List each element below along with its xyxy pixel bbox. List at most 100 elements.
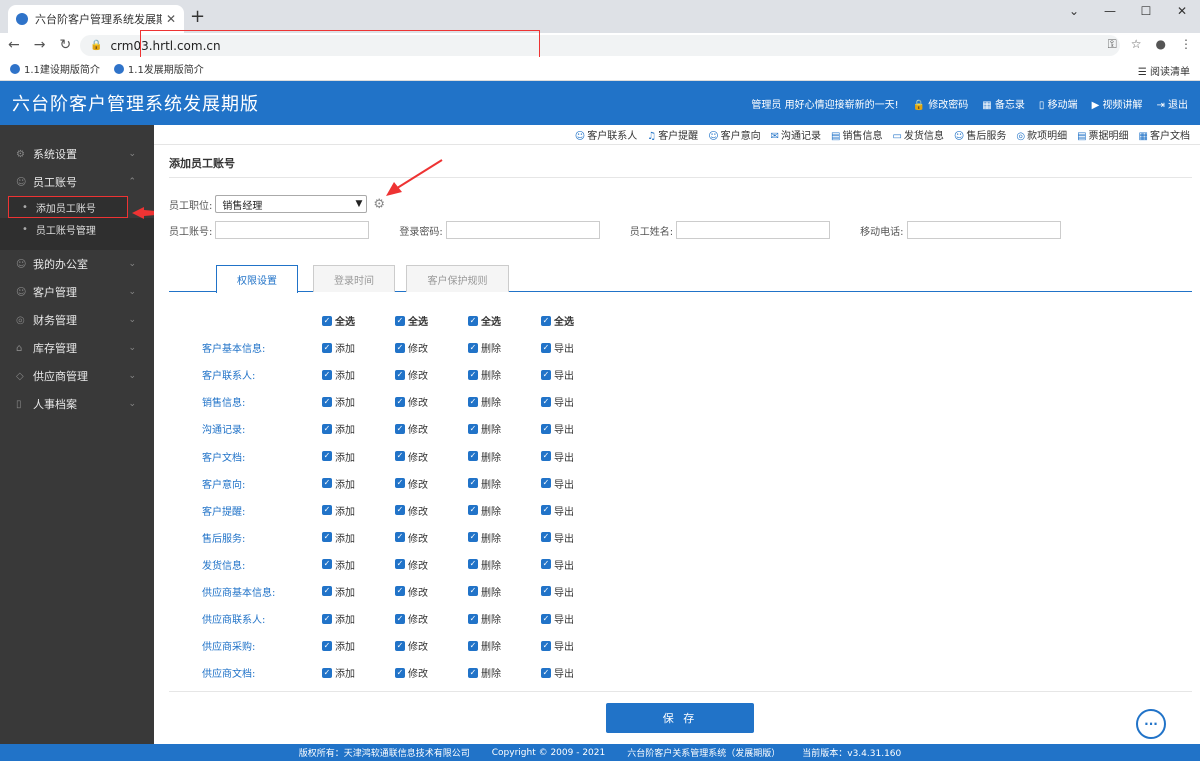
permission-checkbox[interactable]: ✓ 修改 bbox=[395, 503, 468, 518]
permission-checkbox[interactable]: ✓ 添加 bbox=[322, 367, 395, 382]
name-input[interactable] bbox=[676, 221, 831, 239]
permission-checkbox[interactable]: ✓ 导出 bbox=[541, 503, 614, 518]
back-icon[interactable]: ← bbox=[8, 37, 20, 53]
permission-checkbox[interactable]: ✓ 修改 bbox=[395, 611, 468, 626]
shortcut-contacts[interactable]: ☺ 客户联系人 bbox=[575, 127, 637, 142]
permission-checkbox[interactable]: ✓ 修改 bbox=[395, 476, 468, 491]
reload-icon[interactable]: ↻ bbox=[59, 37, 71, 53]
permission-checkbox[interactable]: ✓ 添加 bbox=[322, 530, 395, 545]
permission-checkbox[interactable]: ✓ 修改 bbox=[395, 421, 468, 436]
permission-checkbox[interactable]: ✓ 导出 bbox=[541, 557, 614, 572]
shortcut-communication[interactable]: ✉ 沟通记录 bbox=[771, 127, 821, 142]
permission-checkbox[interactable]: ✓ 删除 bbox=[468, 557, 541, 572]
close-tab-icon[interactable]: ✕ bbox=[166, 12, 176, 26]
permission-checkbox[interactable]: ✓ 删除 bbox=[468, 394, 541, 409]
permission-checkbox[interactable]: ✓ 导出 bbox=[541, 530, 614, 545]
select-all-checkbox[interactable]: ✓ 全选 bbox=[468, 313, 541, 328]
shortcut-reminders[interactable]: ♫ 客户提醒 bbox=[647, 127, 698, 142]
shortcut-sales[interactable]: ▤ 销售信息 bbox=[831, 127, 882, 142]
permission-checkbox[interactable]: ✓ 导出 bbox=[541, 584, 614, 599]
tab-protection-rules[interactable]: 客户保护规则 bbox=[406, 265, 509, 292]
permission-checkbox[interactable]: ✓ 修改 bbox=[395, 665, 468, 680]
permission-checkbox[interactable]: ✓ 导出 bbox=[541, 449, 614, 464]
permission-checkbox[interactable]: ✓ 导出 bbox=[541, 665, 614, 680]
tab-permissions[interactable]: 权限设置 bbox=[216, 265, 298, 293]
permission-checkbox[interactable]: ✓ 添加 bbox=[322, 584, 395, 599]
permission-checkbox[interactable]: ✓ 修改 bbox=[395, 340, 468, 355]
permission-checkbox[interactable]: ✓ 修改 bbox=[395, 638, 468, 653]
sidebar-item-system[interactable]: ⚙ 系统设置 ⌄ bbox=[0, 140, 154, 168]
forward-icon[interactable]: → bbox=[34, 37, 46, 53]
shortcut-invoices[interactable]: ▤ 票据明细 bbox=[1077, 127, 1128, 142]
permission-checkbox[interactable]: ✓ 导出 bbox=[541, 611, 614, 626]
sidebar-item-finance[interactable]: ◎ 财务管理 ⌄ bbox=[0, 306, 154, 334]
memo-link[interactable]: ▦ 备忘录 bbox=[982, 96, 1025, 111]
permission-checkbox[interactable]: ✓ 添加 bbox=[322, 421, 395, 436]
permission-checkbox[interactable]: ✓ 修改 bbox=[395, 449, 468, 464]
permission-checkbox[interactable]: ✓ 修改 bbox=[395, 394, 468, 409]
phone-input[interactable] bbox=[906, 221, 1061, 239]
permission-checkbox[interactable]: ✓ 修改 bbox=[395, 557, 468, 572]
permission-checkbox[interactable]: ✓ 删除 bbox=[468, 449, 541, 464]
shortcut-documents[interactable]: ▦ 客户文档 bbox=[1139, 127, 1190, 142]
sidebar-item-hr[interactable]: ▯ 人事档案 ⌄ bbox=[0, 390, 154, 418]
save-button[interactable]: 保 存 bbox=[606, 703, 754, 733]
video-link[interactable]: ▶ 视频讲解 bbox=[1092, 96, 1143, 111]
select-all-checkbox[interactable]: ✓ 全选 bbox=[322, 313, 395, 328]
bookmark-item[interactable]: 1.1发展期版简介 bbox=[113, 61, 204, 76]
permission-checkbox[interactable]: ✓ 添加 bbox=[322, 557, 395, 572]
key-icon[interactable]: ⚿ bbox=[1108, 37, 1117, 52]
chevron-down-icon[interactable]: ⌄ bbox=[1056, 0, 1092, 24]
permission-checkbox[interactable]: ✓ 添加 bbox=[322, 394, 395, 409]
sidebar-item-office[interactable]: ☺ 我的办公室 ⌄ bbox=[0, 250, 154, 278]
sidebar-item-customer[interactable]: ☺ 客户管理 ⌄ bbox=[0, 278, 154, 306]
sidebar-item-staff[interactable]: ☺ 员工账号 ⌃ bbox=[0, 168, 154, 196]
permission-checkbox[interactable]: ✓ 导出 bbox=[541, 421, 614, 436]
permission-checkbox[interactable]: ✓ 导出 bbox=[541, 367, 614, 382]
gear-icon[interactable]: ⚙ bbox=[373, 197, 385, 212]
permission-checkbox[interactable]: ✓ 删除 bbox=[468, 530, 541, 545]
permission-checkbox[interactable]: ✓ 添加 bbox=[322, 611, 395, 626]
permission-checkbox[interactable]: ✓ 添加 bbox=[322, 449, 395, 464]
sidebar-subitem-staff-manage[interactable]: • 员工账号管理 bbox=[0, 218, 154, 240]
permission-checkbox[interactable]: ✓ 添加 bbox=[322, 503, 395, 518]
permission-checkbox[interactable]: ✓ 删除 bbox=[468, 611, 541, 626]
permission-checkbox[interactable]: ✓ 导出 bbox=[541, 638, 614, 653]
permission-checkbox[interactable]: ✓ 修改 bbox=[395, 584, 468, 599]
sidebar-item-inventory[interactable]: ⌂ 库存管理 ⌄ bbox=[0, 334, 154, 362]
permission-checkbox[interactable]: ✓ 添加 bbox=[322, 665, 395, 680]
permission-checkbox[interactable]: ✓ 删除 bbox=[468, 665, 541, 680]
permission-checkbox[interactable]: ✓ 删除 bbox=[468, 476, 541, 491]
select-all-checkbox[interactable]: ✓ 全选 bbox=[541, 313, 614, 328]
permission-checkbox[interactable]: ✓ 删除 bbox=[468, 367, 541, 382]
permission-checkbox[interactable]: ✓ 添加 bbox=[322, 340, 395, 355]
password-input[interactable] bbox=[445, 221, 600, 239]
menu-icon[interactable]: ⋮ bbox=[1180, 37, 1192, 52]
mobile-link[interactable]: ▯ 移动端 bbox=[1039, 96, 1078, 111]
bookmark-item[interactable]: 1.1建设期版简介 bbox=[10, 61, 100, 76]
star-icon[interactable]: ☆ bbox=[1131, 37, 1142, 52]
tab-login-time[interactable]: 登录时间 bbox=[313, 265, 395, 292]
permission-checkbox[interactable]: ✓ 修改 bbox=[395, 530, 468, 545]
profile-icon[interactable]: ● bbox=[1156, 37, 1166, 52]
logout-link[interactable]: ⇥ 退出 bbox=[1156, 96, 1188, 111]
permission-checkbox[interactable]: ✓ 删除 bbox=[468, 421, 541, 436]
sidebar-item-supplier[interactable]: ◇ 供应商管理 ⌄ bbox=[0, 362, 154, 390]
permission-checkbox[interactable]: ✓ 修改 bbox=[395, 367, 468, 382]
shortcut-payments[interactable]: ◎ 款项明细 bbox=[1016, 127, 1067, 142]
select-all-checkbox[interactable]: ✓ 全选 bbox=[395, 313, 468, 328]
close-window-button[interactable]: ✕ bbox=[1164, 0, 1200, 24]
shortcut-intent[interactable]: ☺ 客户意向 bbox=[708, 127, 760, 142]
new-tab-button[interactable]: + bbox=[190, 6, 205, 27]
permission-checkbox[interactable]: ✓ 导出 bbox=[541, 340, 614, 355]
permission-checkbox[interactable]: ✓ 删除 bbox=[468, 584, 541, 599]
permission-checkbox[interactable]: ✓ 导出 bbox=[541, 394, 614, 409]
chat-icon[interactable]: ··· bbox=[1136, 709, 1166, 739]
change-password-link[interactable]: 🔒 修改密码 bbox=[913, 96, 969, 111]
permission-checkbox[interactable]: ✓ 删除 bbox=[468, 638, 541, 653]
sidebar-subitem-add-staff[interactable]: • 添加员工账号 bbox=[8, 196, 128, 218]
minimize-button[interactable]: — bbox=[1092, 0, 1128, 24]
permission-checkbox[interactable]: ✓ 添加 bbox=[322, 638, 395, 653]
position-select[interactable]: 销售经理 ▼ bbox=[215, 195, 368, 213]
account-input[interactable] bbox=[215, 221, 370, 239]
